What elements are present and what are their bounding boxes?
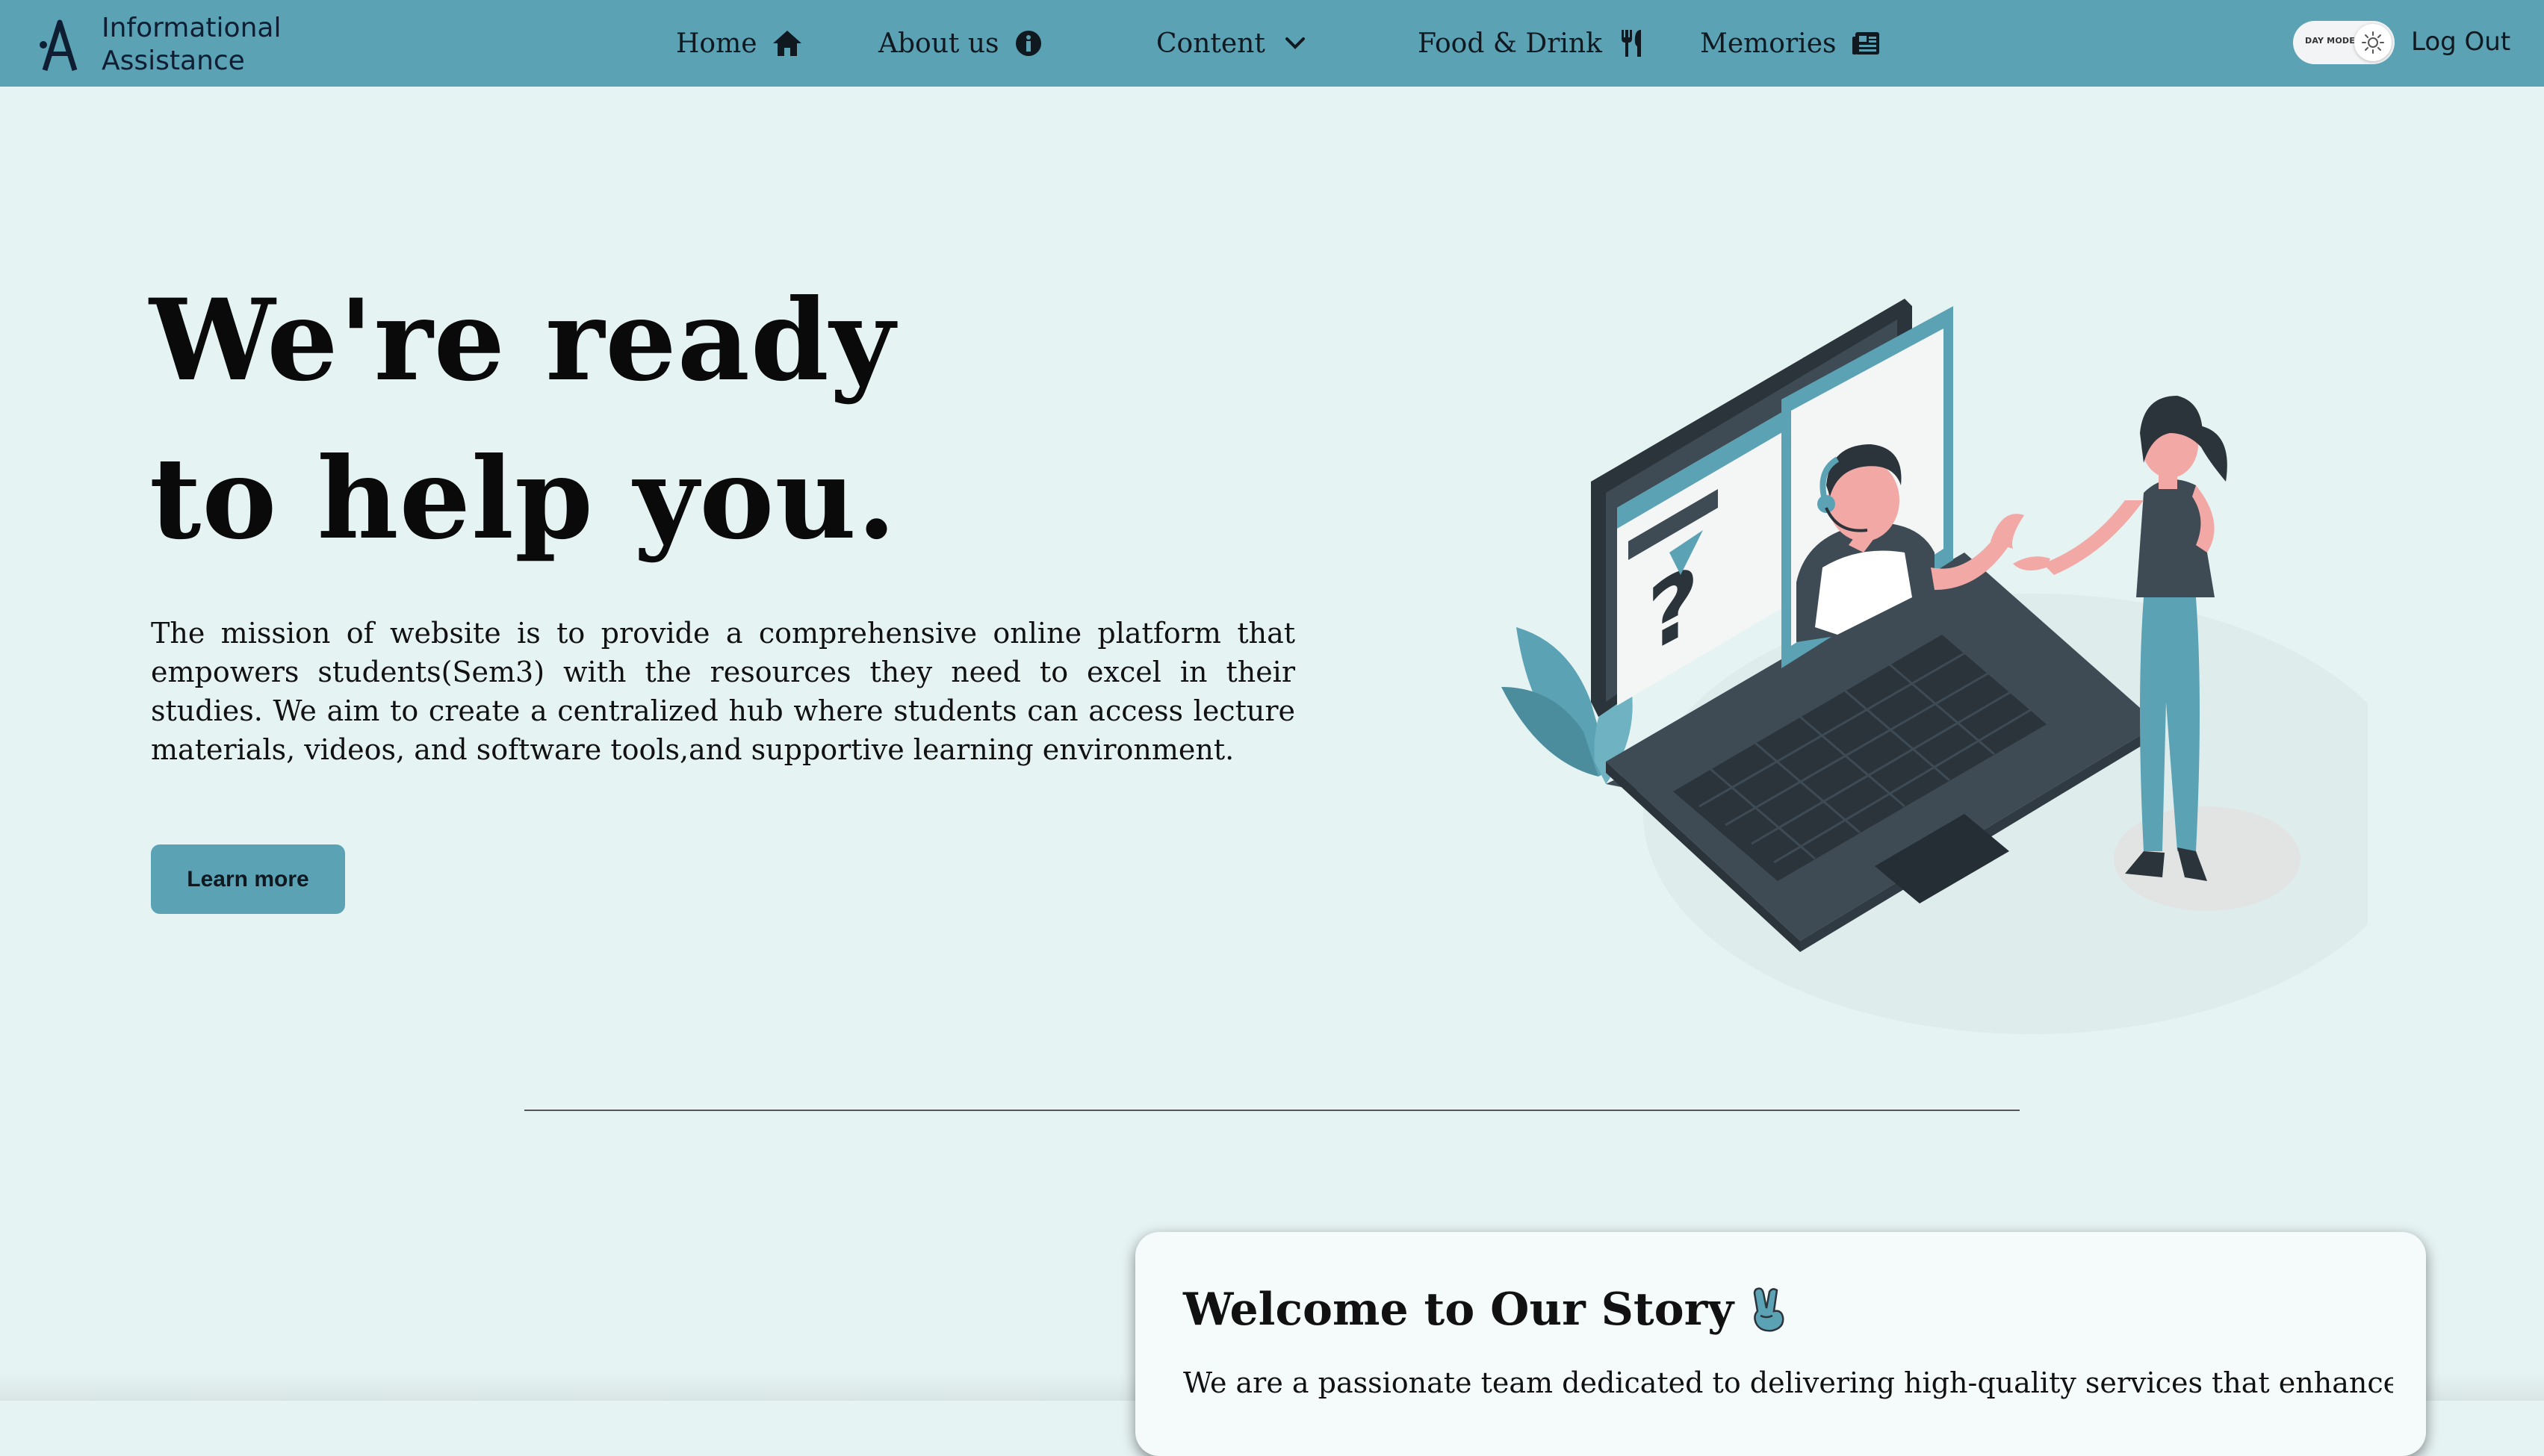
story-card: Welcome to Our Story We are a passionate… <box>1135 1232 2426 1456</box>
a-logo-icon <box>40 19 78 72</box>
nav-memories[interactable]: Memories <box>1700 22 1882 64</box>
brand-line-1: Informational <box>102 13 282 43</box>
nav-about[interactable]: About us <box>878 22 1045 64</box>
nav-content-label: Content <box>1156 28 1265 59</box>
utensils-icon <box>1616 27 1648 60</box>
newspaper-icon <box>1849 27 1882 60</box>
nav-food-drink[interactable]: Food & Drink <box>1418 22 1648 64</box>
nav-content-dropdown[interactable]: Content <box>1156 22 1312 64</box>
info-circle-icon <box>1012 27 1045 60</box>
sun-icon <box>2354 24 2392 61</box>
nav-home-label: Home <box>676 28 757 59</box>
hero-title-line-1: We're ready <box>149 275 896 406</box>
chevron-down-icon <box>1279 27 1312 60</box>
day-mode-label: DAY MODE <box>2305 36 2355 46</box>
victory-hand-icon <box>1747 1286 1789 1334</box>
hero-description: The mission of website is to provide a c… <box>151 617 1295 766</box>
nav-memories-label: Memories <box>1700 28 1837 59</box>
hero-title: We're ready to help you. <box>149 261 897 578</box>
learn-more-button[interactable]: Learn more <box>151 844 345 914</box>
brand-name: Informational Assistance <box>102 12 326 78</box>
brand-line-2: Assistance <box>102 46 245 76</box>
navbar: Informational Assistance Home About us C… <box>0 0 2544 87</box>
nav-home[interactable]: Home <box>676 22 804 64</box>
section-divider <box>524 1110 2020 1111</box>
home-icon <box>771 27 804 60</box>
story-text: We are a passionate team dedicated to de… <box>1183 1366 2393 1399</box>
online-support-illustration: ? <box>1501 299 2368 1034</box>
hero-title-line-2: to help you. <box>149 433 897 564</box>
nav-about-label: About us <box>878 28 999 59</box>
day-mode-toggle[interactable]: DAY MODE <box>2293 21 2395 64</box>
story-title-text: Welcome to Our Story <box>1183 1284 1734 1336</box>
story-title: Welcome to Our Story <box>1183 1281 1789 1338</box>
nav-food-label: Food & Drink <box>1418 28 1602 59</box>
logout-link[interactable]: Log Out <box>2411 27 2510 57</box>
